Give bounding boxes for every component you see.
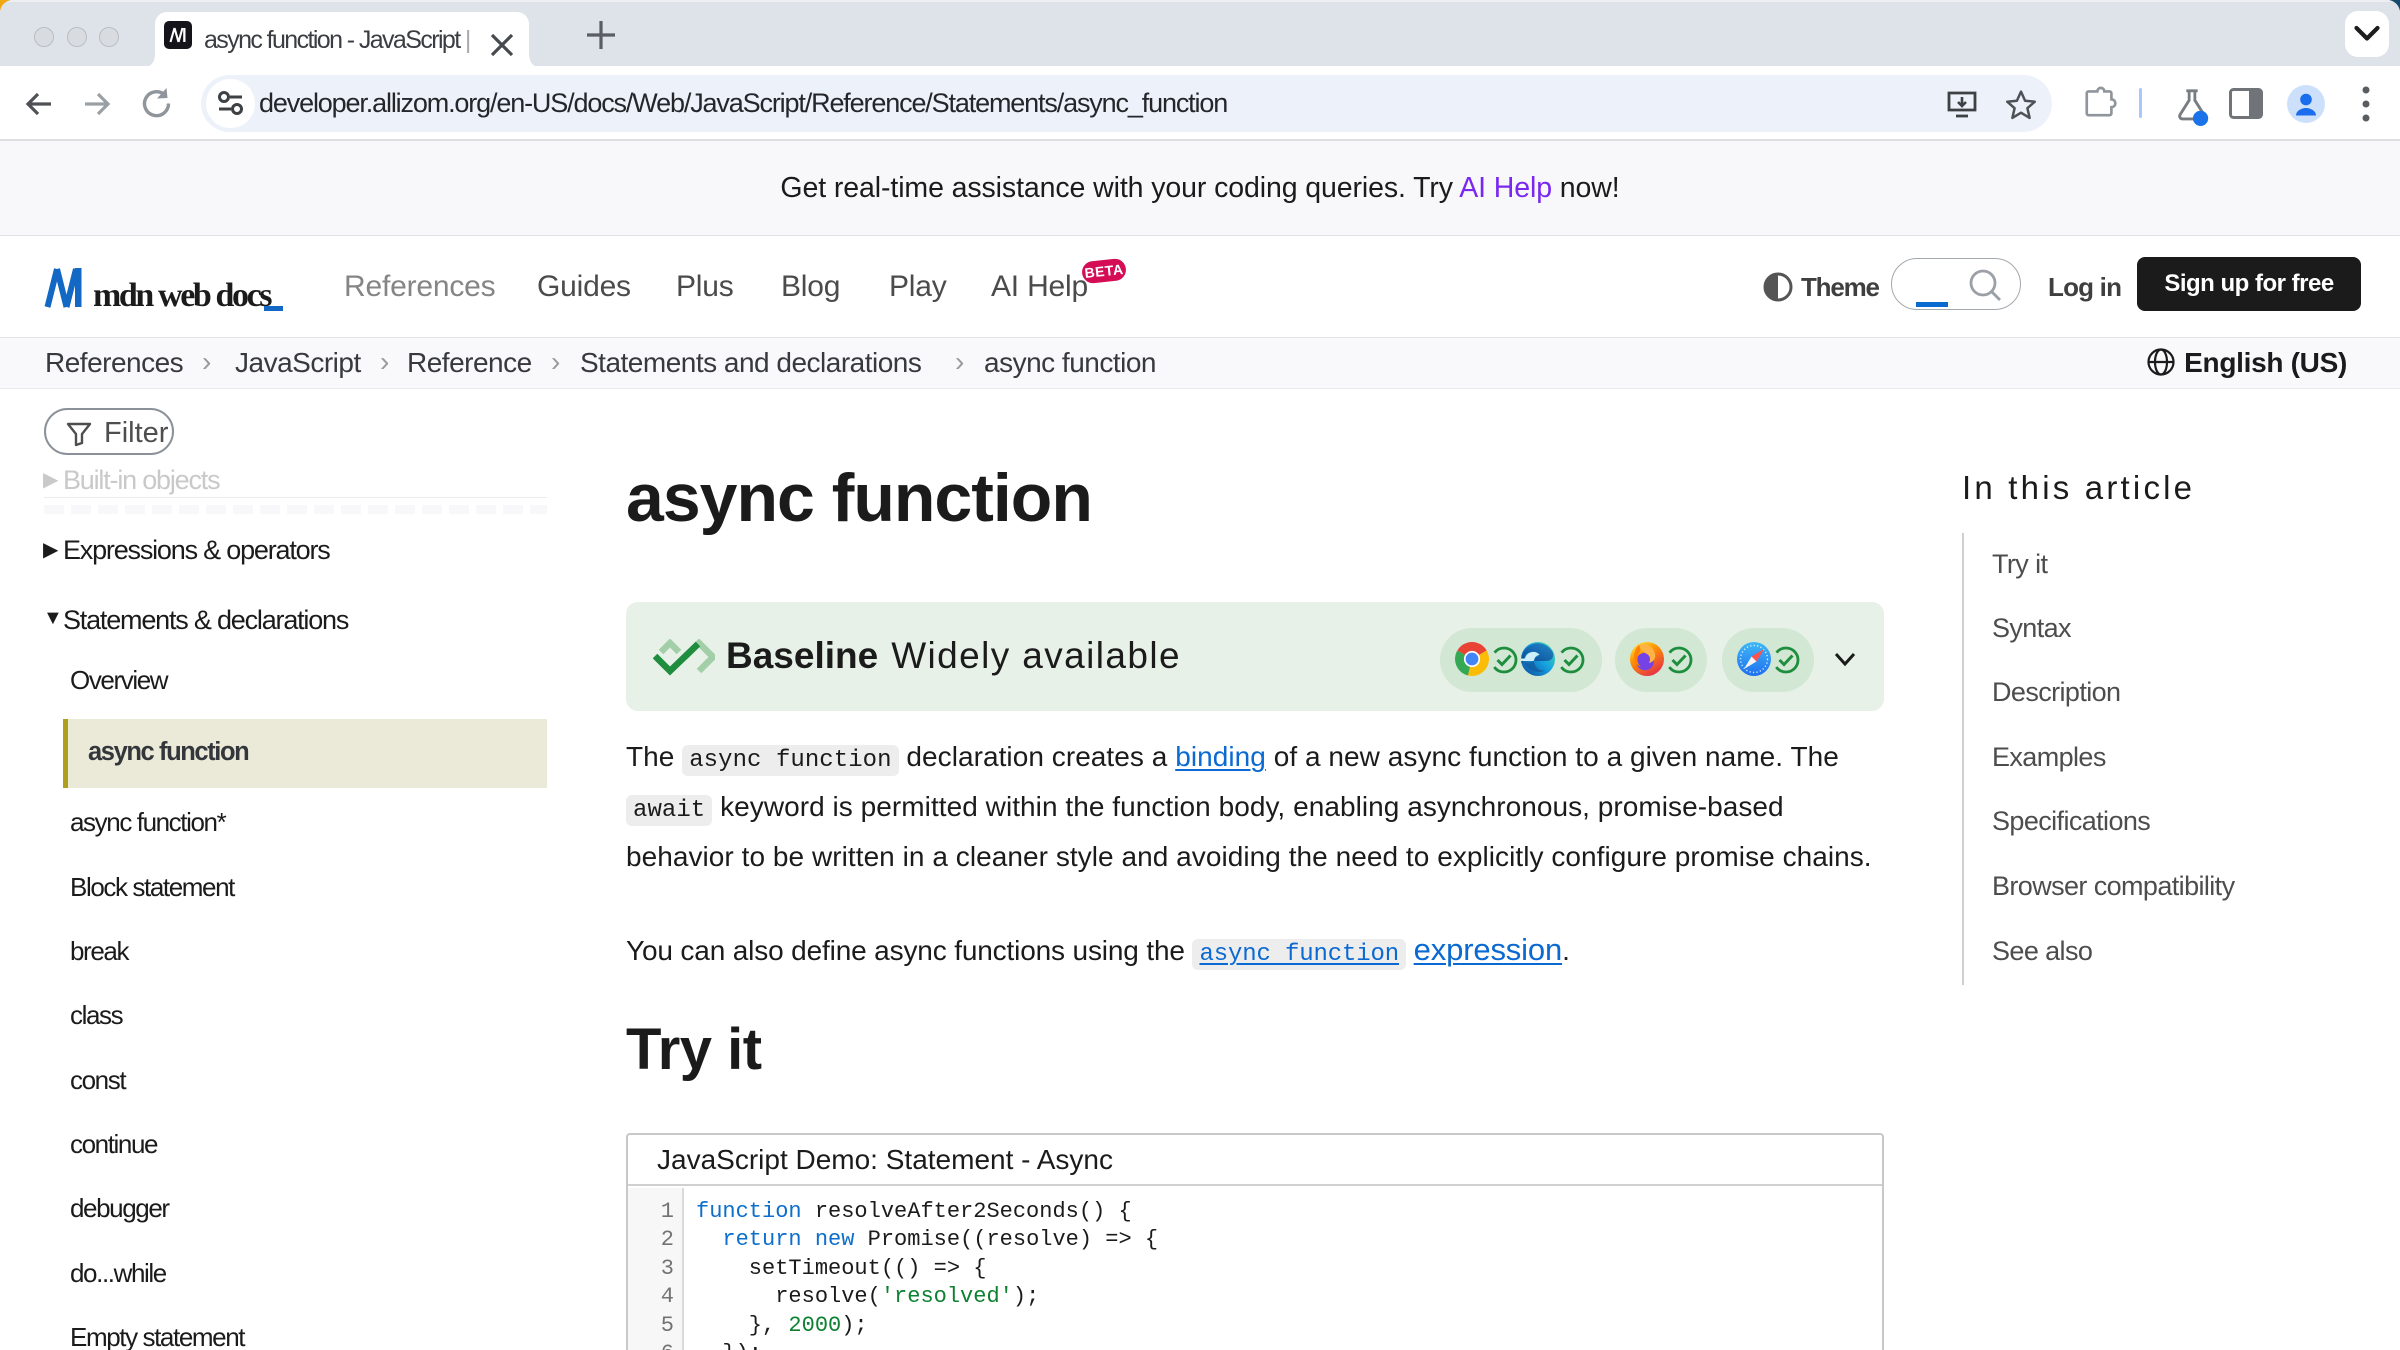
svg-text:mdn web docs: mdn web docs bbox=[93, 277, 272, 314]
